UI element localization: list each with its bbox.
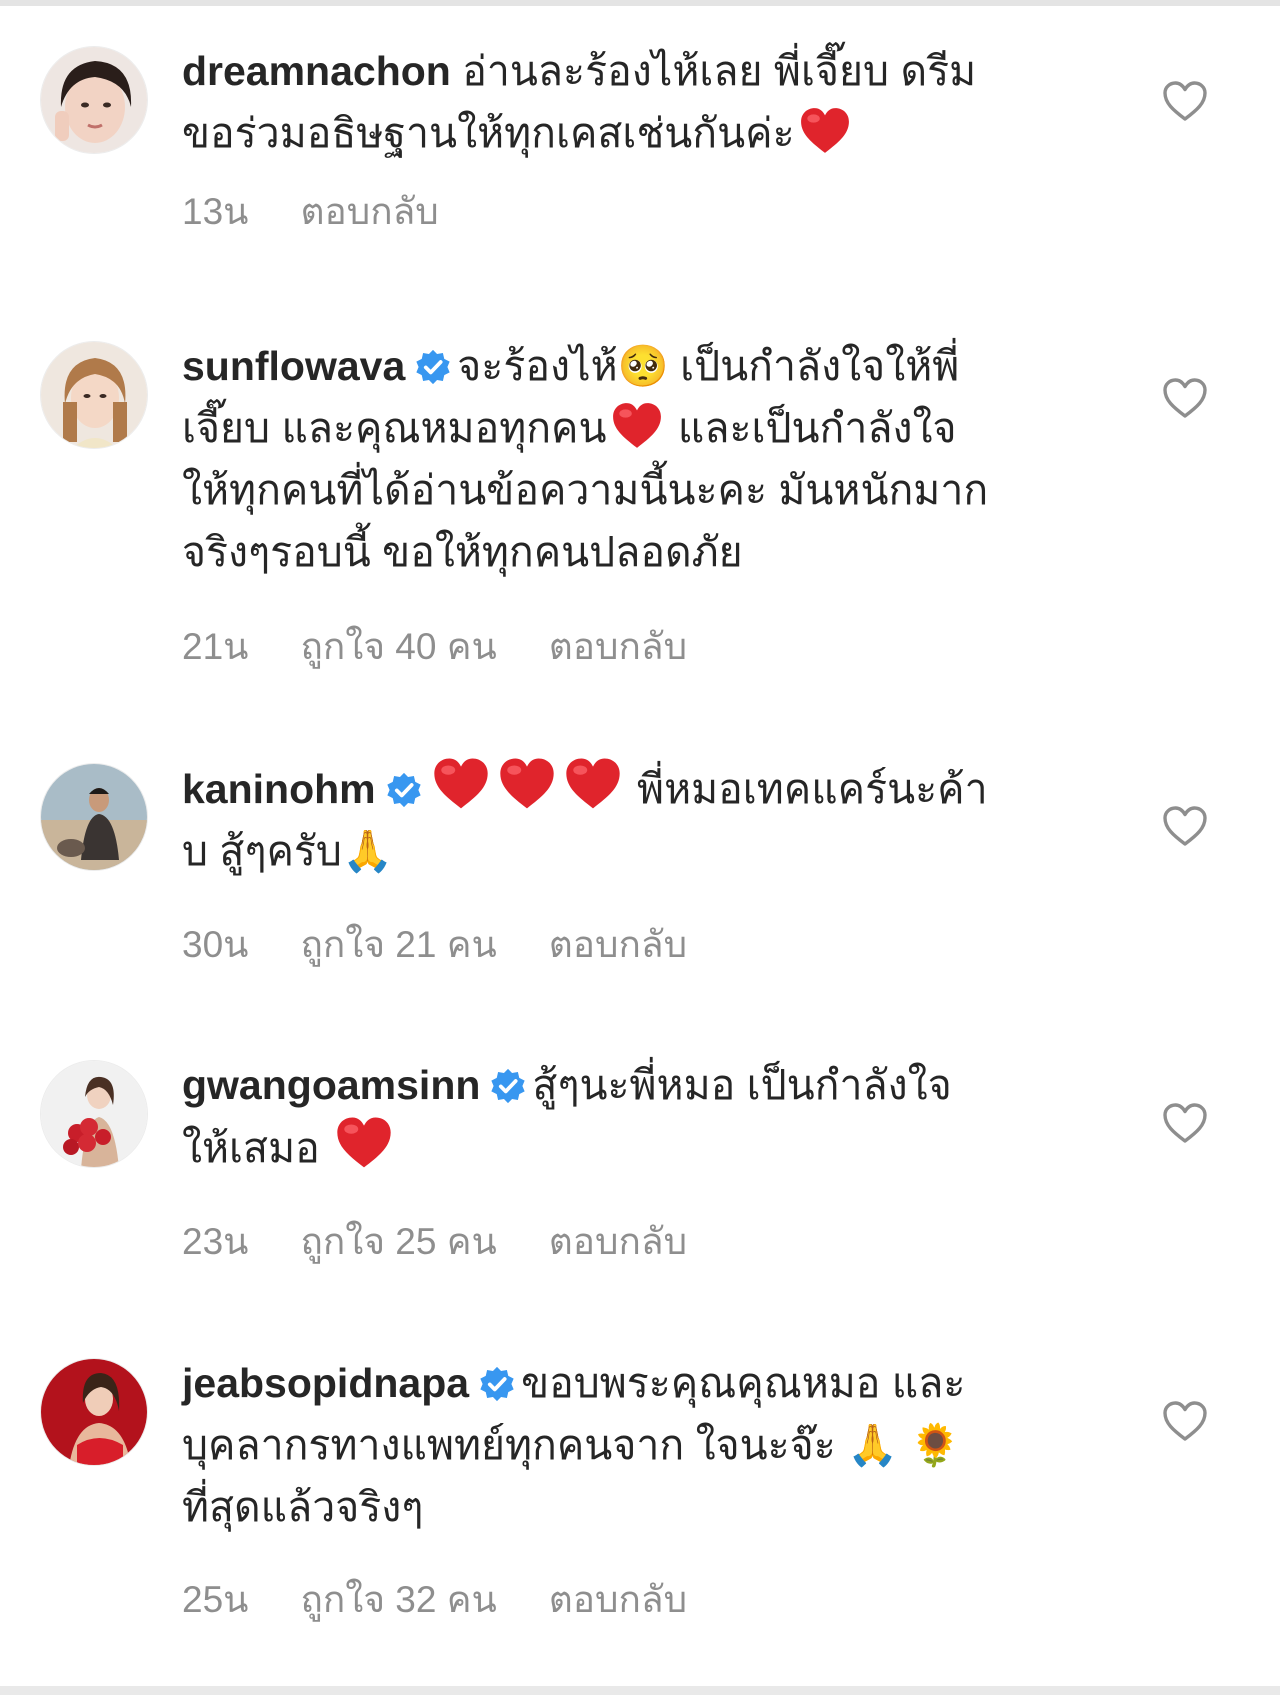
heart-outline-icon[interactable] bbox=[1162, 805, 1208, 847]
avatar[interactable] bbox=[40, 341, 148, 449]
likes-count[interactable]: ถูกใจ 25 คน bbox=[300, 1212, 496, 1271]
verified-badge-icon bbox=[386, 772, 422, 808]
comment-username[interactable]: jeabsopidnapa bbox=[182, 1360, 469, 1406]
comment-meta: 13น ตอบกลับ bbox=[182, 182, 491, 241]
comment-text: พี่หมอเทคแคร์นะค้า bbox=[637, 766, 988, 812]
heart-outline-icon[interactable] bbox=[1162, 1102, 1208, 1144]
comment-text: ที่สุดแล้วจริงๆ bbox=[182, 1484, 424, 1530]
red-heart-emoji-icon bbox=[335, 1116, 393, 1170]
comment-text: และเป็นกำลังใจ bbox=[677, 405, 957, 451]
comment-meta: 21น ถูกใจ 40 คน ตอบกลับ bbox=[182, 617, 739, 676]
comment-meta: 25น ถูกใจ 32 คน ตอบกลับ bbox=[182, 1570, 739, 1629]
red-heart-emoji-icon bbox=[432, 757, 490, 811]
reply-button[interactable]: ตอบกลับ bbox=[300, 182, 438, 241]
verified-badge-icon bbox=[490, 1068, 526, 1104]
comment-text: ขอร่วมอธิษฐานให้ทุกเคสเช่นกันค่ะ bbox=[182, 110, 795, 156]
comment-text: จะร้องไห้ bbox=[457, 343, 618, 389]
verified-badge-icon bbox=[415, 349, 451, 385]
comment-time: 21น bbox=[182, 626, 249, 667]
heart-outline-icon[interactable] bbox=[1162, 377, 1208, 419]
comment-text: ให้เสมอ bbox=[182, 1125, 320, 1171]
comment-username[interactable]: dreamnachon bbox=[182, 48, 451, 94]
comment-text: บุคลากรทางแพทย์ทุกคนจาก ใจนะจ๊ะ bbox=[182, 1422, 836, 1468]
avatar[interactable] bbox=[40, 763, 148, 871]
heart-outline-icon[interactable] bbox=[1162, 1400, 1208, 1442]
comment-username[interactable]: sunflowava bbox=[182, 343, 405, 389]
comment-text: จริงๆรอบนี้ ขอให้ทุกคนปลอดภัย bbox=[182, 529, 743, 575]
divider bbox=[0, 1686, 1280, 1695]
red-heart-emoji-icon bbox=[564, 757, 622, 811]
comment-text: สู้ๆนะพี่หมอ เป็นกำลังใจ bbox=[532, 1062, 952, 1108]
likes-count[interactable]: ถูกใจ 40 คน bbox=[300, 617, 496, 676]
comment-text: ขอบพระคุณคุณหมอ และ bbox=[521, 1360, 966, 1406]
comment-body: sunflowava จะร้องไห้🥺 เป็นกำลังใจให้พี่ เ… bbox=[182, 335, 1082, 583]
avatar[interactable] bbox=[40, 46, 148, 154]
red-heart-emoji-icon bbox=[611, 402, 663, 450]
comment-username[interactable]: gwangoamsinn bbox=[182, 1062, 480, 1108]
comment-username[interactable]: kaninohm bbox=[182, 766, 376, 812]
comment-body: gwangoamsinn สู้ๆนะพี่หมอ เป็นกำลังใจ ให้… bbox=[182, 1054, 1082, 1179]
likes-count[interactable]: ถูกใจ 21 คน bbox=[300, 915, 496, 974]
comment-text: อ่านละร้องไห้เลย พี่เจี๊ยบ ดรีม bbox=[462, 48, 977, 94]
comment-meta: 23น ถูกใจ 25 คน ตอบกลับ bbox=[182, 1212, 739, 1271]
reply-button[interactable]: ตอบกลับ bbox=[549, 617, 687, 676]
verified-badge-icon bbox=[479, 1366, 515, 1402]
comment-time: 23น bbox=[182, 1221, 249, 1262]
avatar[interactable] bbox=[40, 1060, 148, 1168]
reply-button[interactable]: ตอบกลับ bbox=[549, 1212, 687, 1271]
comments-panel: dreamnachon อ่านละร้องไห้เลย พี่เจี๊ยบ ด… bbox=[0, 0, 1280, 1688]
comment-text: บ สู้ๆครับ bbox=[182, 828, 342, 874]
comment-body: kaninohm พี่หมอเทคแคร์นะค้า บ สู้ๆครับ🙏 bbox=[182, 757, 1082, 882]
heart-outline-icon[interactable] bbox=[1162, 80, 1208, 122]
folded-hands-emoji-icon: 🙏 bbox=[341, 827, 393, 875]
likes-count[interactable]: ถูกใจ 32 คน bbox=[300, 1570, 496, 1629]
pleading-face-emoji-icon: 🥺 bbox=[617, 342, 669, 390]
comment-text: เป็นกำลังใจให้พี่ bbox=[680, 343, 960, 389]
comment-text: เจี๊ยบ และคุณหมอทุกคน bbox=[182, 405, 607, 451]
comment-meta: 30น ถูกใจ 21 คน ตอบกลับ bbox=[182, 915, 739, 974]
sunflower-emoji-icon: 🌻 bbox=[909, 1421, 961, 1469]
comment-body: jeabsopidnapa ขอบพระคุณคุณหมอ และ บุคลากร… bbox=[182, 1352, 1082, 1538]
red-heart-emoji-icon bbox=[498, 757, 556, 811]
red-heart-emoji-icon bbox=[799, 107, 851, 155]
comment-time: 25น bbox=[182, 1579, 249, 1620]
folded-hands-emoji-icon: 🙏 bbox=[847, 1421, 899, 1469]
comment-time: 13น bbox=[182, 191, 249, 232]
comment-time: 30น bbox=[182, 924, 249, 965]
reply-button[interactable]: ตอบกลับ bbox=[549, 1570, 687, 1629]
reply-button[interactable]: ตอบกลับ bbox=[549, 915, 687, 974]
comment-body: dreamnachon อ่านละร้องไห้เลย พี่เจี๊ยบ ด… bbox=[182, 40, 1082, 164]
avatar[interactable] bbox=[40, 1358, 148, 1466]
comment-text: ให้ทุกคนที่ได้อ่านข้อความนี้นะคะ มันหนัก… bbox=[182, 467, 989, 513]
